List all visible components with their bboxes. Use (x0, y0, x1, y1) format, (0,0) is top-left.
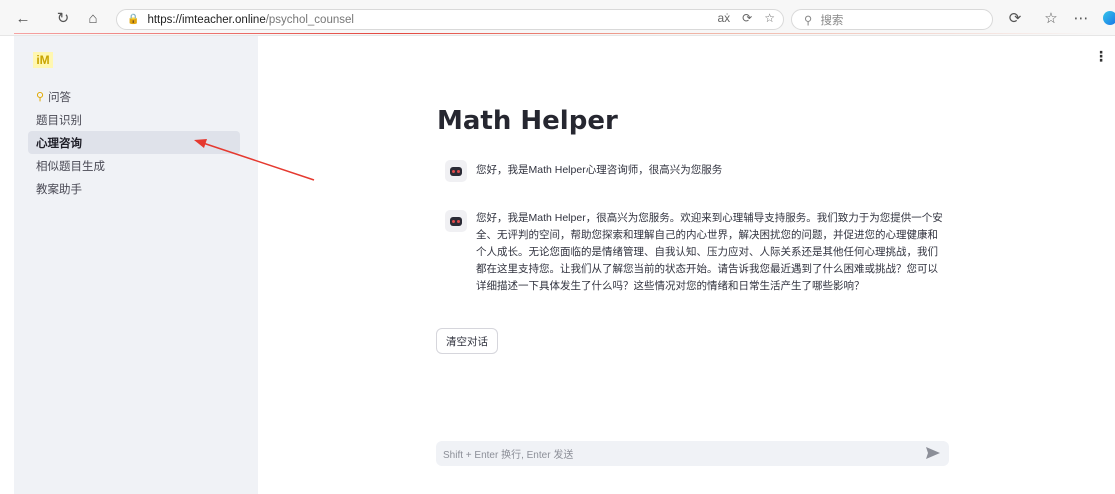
home-icon[interactable]: ⌂ (82, 7, 104, 29)
sidebar-item-lesson-assistant[interactable]: 教案助手 (28, 177, 240, 200)
sidebar-item-similar-questions[interactable]: 相似题目生成 (28, 154, 240, 177)
chat-message: 您好，我是Math Helper心理咨询师，很高兴为您服务 (445, 160, 950, 182)
clear-chat-button[interactable]: 清空对话 (436, 328, 498, 354)
message-text: 您好，我是Math Helper心理咨询师，很高兴为您服务 (476, 164, 723, 176)
sidebar: iM ⚲ 问答 题目识别 心理咨询 相似题目生成 教案助手 (14, 36, 258, 494)
loading-progress-line (14, 33, 1104, 34)
main-menu-icon[interactable]: ⋮ (1094, 48, 1108, 65)
sidebar-item-label: 教案助手 (36, 183, 82, 196)
chat-input-placeholder: Shift + Enter 换行, Enter 发送 (443, 450, 574, 461)
copilot-icon[interactable] (1103, 11, 1115, 25)
app-logo[interactable]: iM (33, 52, 53, 68)
sidebar-item-label: 题目识别 (36, 114, 82, 127)
chat-input[interactable]: Shift + Enter 换行, Enter 发送 (436, 441, 949, 466)
search-icon: ⚲ (804, 14, 813, 27)
sidebar-nav: ⚲ 问答 题目识别 心理咨询 相似题目生成 教案助手 (28, 85, 240, 200)
chat-message: 您好，我是Math Helper，很高兴为您服务。欢迎来到心理辅导支持服务。我们… (445, 210, 950, 295)
lock-icon: 🔒 (127, 14, 140, 25)
browser-toolbar: ← ↻ ⌂ 🔒 https://imteacher.online/psychol… (0, 0, 1115, 36)
sidebar-item-qa[interactable]: ⚲ 问答 (28, 85, 240, 108)
favorites-icon[interactable]: ☆ (1040, 7, 1062, 29)
search-input[interactable]: ⚲ 搜索 (791, 9, 993, 30)
url-domain: https://imteacher.online (147, 13, 266, 26)
page-title: Math Helper (437, 106, 618, 136)
message-text: 您好，我是Math Helper，很高兴为您服务。欢迎来到心理辅导支持服务。我们… (476, 212, 943, 292)
more-options-icon[interactable]: ⋯ (1070, 7, 1092, 29)
refresh-icon[interactable]: ↻ (52, 7, 74, 29)
sidebar-item-label: 相似题目生成 (36, 160, 105, 173)
robot-icon (445, 210, 467, 232)
key-icon: ⚲ (36, 91, 45, 103)
sidebar-item-psych-counsel[interactable]: 心理咨询 (28, 131, 240, 154)
back-icon[interactable]: ← (12, 7, 34, 29)
robot-icon (445, 160, 467, 182)
url-path: /psychol_counsel (265, 13, 354, 26)
favorite-star-icon[interactable]: ☆ (764, 11, 775, 25)
search-placeholder: 搜索 (820, 14, 844, 27)
sidebar-item-label: 心理咨询 (36, 137, 82, 150)
sidebar-item-label: 问答 (48, 91, 72, 104)
sidebar-item-question-recognition[interactable]: 题目识别 (28, 108, 240, 131)
send-icon[interactable] (926, 447, 940, 459)
read-aloud-icon[interactable]: aẋ (717, 11, 730, 25)
browser-essentials-icon[interactable]: ⟳ (1004, 7, 1026, 29)
address-bar[interactable]: 🔒 https://imteacher.online/psychol_couns… (116, 9, 784, 30)
extension-icon[interactable]: ⟳ (742, 11, 752, 25)
